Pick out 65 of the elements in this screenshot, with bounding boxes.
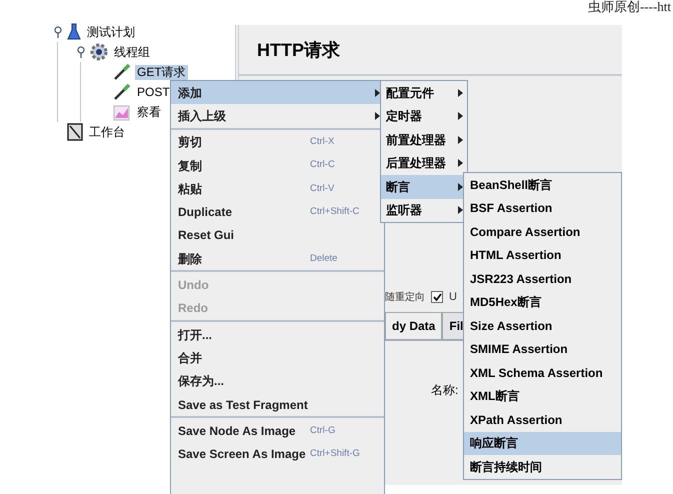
menu-item[interactable]: Reset Gui xyxy=(171,224,384,248)
expand-handle-icon[interactable] xyxy=(76,46,86,58)
menu-item[interactable]: 粘贴 Ctrl-V xyxy=(171,177,384,200)
tree-item[interactable]: 测试计划 xyxy=(85,24,137,40)
menu-item[interactable]: 后置处理器 xyxy=(381,152,467,175)
tree-item[interactable]: GET请求 xyxy=(135,64,188,80)
menu-item[interactable]: 剪切 Ctrl-X xyxy=(171,130,384,154)
tree-item[interactable]: 线程组 xyxy=(112,44,152,60)
menu-item[interactable]: SMIME Assertion xyxy=(464,338,621,361)
menu-item[interactable]: MD5Hex断言 xyxy=(464,290,621,314)
menu-item[interactable]: JSR223 Assertion xyxy=(464,267,621,290)
menu-item[interactable]: 打开... xyxy=(171,322,384,346)
menu-item[interactable]: 插入上级 xyxy=(171,104,384,128)
tab[interactable]: dy Data xyxy=(385,312,442,340)
chart-icon xyxy=(113,103,131,121)
submenu-arrow-icon xyxy=(458,88,463,97)
pipette-icon xyxy=(113,63,131,81)
menu-item[interactable]: 定时器 xyxy=(381,104,467,128)
menu-item[interactable]: 监听器 xyxy=(381,198,467,222)
menu-item[interactable]: 前置处理器 xyxy=(381,128,467,152)
menu-item[interactable]: 断言持续时间 xyxy=(464,455,621,478)
menu-item[interactable]: 响应断言 xyxy=(464,432,621,455)
shortcut-text: Ctrl+Shift-C xyxy=(310,205,360,219)
flask-icon xyxy=(67,23,81,41)
shortcut-text: Ctrl+Shift-G xyxy=(310,446,361,461)
submenu-arrow-icon xyxy=(458,112,463,120)
shortcut-text: Delete xyxy=(310,252,338,266)
name-label: 名称: xyxy=(431,382,458,399)
expand-handle-icon[interactable] xyxy=(53,26,63,38)
shortcut-text: Ctrl-X xyxy=(310,135,336,150)
menu-item[interactable]: HTML Assertion xyxy=(464,244,621,267)
checkbox-label: 随重定向 xyxy=(385,290,425,304)
menu-item[interactable]: 保存为... xyxy=(171,370,384,393)
submenu-arrow-icon xyxy=(458,136,463,144)
menu-item[interactable]: Compare Assertion xyxy=(464,220,621,244)
shortcut-text: Ctrl-C xyxy=(310,158,336,172)
tree-item[interactable]: POST xyxy=(135,84,172,100)
page-caption: 虫师原创----htt xyxy=(588,0,671,16)
checkbox-label: U xyxy=(449,290,457,305)
menu-item[interactable]: Save Node As Image Ctrl-G xyxy=(171,419,384,442)
menu-item[interactable]: XML断言 xyxy=(464,384,621,408)
notepad-icon xyxy=(67,123,83,141)
checkmark-icon xyxy=(432,293,442,301)
menu-item[interactable]: Save Screen As Image Ctrl+Shift-G xyxy=(171,442,384,466)
menu-item[interactable]: BSF Assertion xyxy=(464,196,621,220)
shortcut-text: Ctrl-G xyxy=(310,424,336,438)
submenu-arrow-icon xyxy=(458,182,463,191)
menu-item[interactable]: XPath Assertion xyxy=(464,408,621,432)
menu-item[interactable]: 配置元件 xyxy=(381,81,467,104)
gear-icon xyxy=(90,43,108,61)
submenu-arrow-icon xyxy=(458,159,463,168)
menu-item[interactable]: XML Schema Assertion xyxy=(464,361,621,384)
tree-item[interactable]: 工作台 xyxy=(87,124,127,140)
menu-item[interactable]: BeanShell断言 xyxy=(464,173,621,196)
menu-item[interactable]: Save as Test Fragment xyxy=(171,392,384,416)
pipette-icon xyxy=(113,83,131,101)
menu-item[interactable]: 删除 Delete xyxy=(171,247,384,270)
menu-item[interactable]: 合并 xyxy=(171,346,384,370)
panel-title: HTTP请求 xyxy=(239,25,622,76)
submenu-arrow-icon xyxy=(458,206,463,214)
menu-item[interactable]: 复制 Ctrl-C xyxy=(171,154,384,178)
menu-item[interactable]: Duplicate Ctrl+Shift-C xyxy=(171,200,384,224)
redirect-checkbox[interactable] xyxy=(431,291,443,303)
tree-item[interactable]: 察看 xyxy=(135,104,163,120)
shortcut-text: Ctrl-V xyxy=(310,182,336,196)
